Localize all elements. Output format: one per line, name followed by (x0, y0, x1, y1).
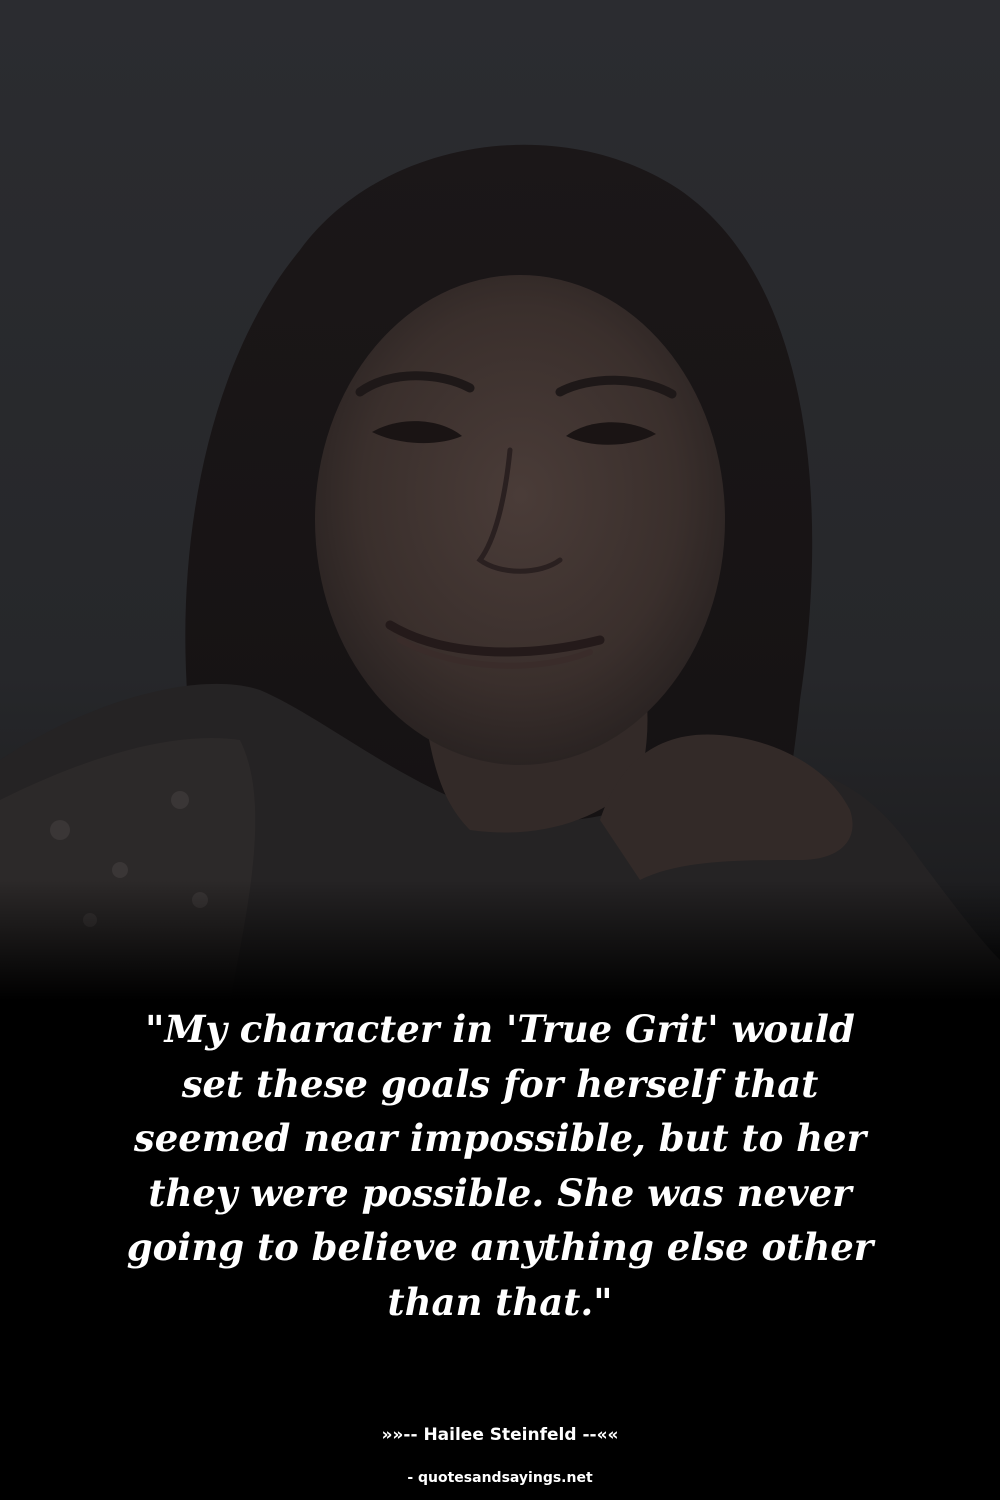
author-name: Hailee Steinfeld (423, 1425, 577, 1445)
attribution-prefix: »»-- (381, 1425, 424, 1445)
source-credit: - quotesandsayings.net (407, 1470, 593, 1486)
attribution-suffix: --«« (576, 1425, 619, 1445)
author-attribution: »»-- Hailee Steinfeld --«« (0, 1424, 1000, 1446)
quote-text: "My character in 'True Grit' would set t… (126, 1007, 874, 1324)
quote-poster: "My character in 'True Grit' would set t… (0, 0, 1000, 1500)
